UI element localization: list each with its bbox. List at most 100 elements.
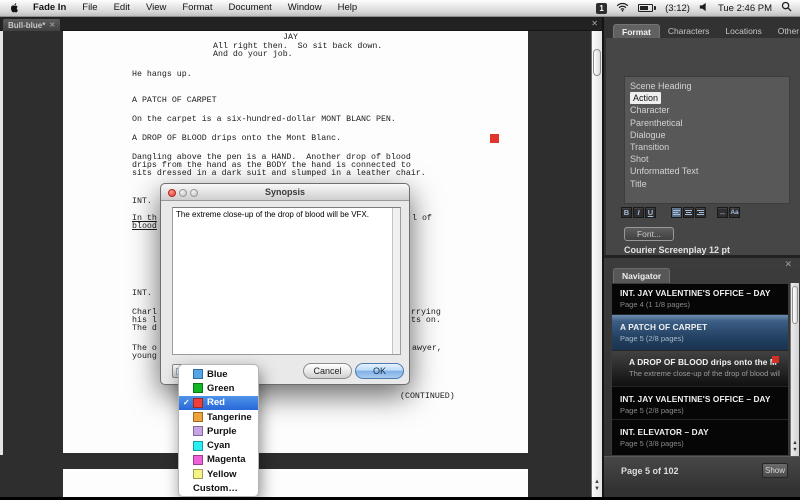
- spotlight-icon[interactable]: [781, 1, 792, 15]
- navigator-close-icon[interactable]: ✕: [784, 259, 792, 270]
- synopsis-marker-red[interactable]: [490, 134, 499, 143]
- color-menu-item-green[interactable]: Green: [179, 381, 258, 395]
- script-shot-line: A PATCH OF CARPET: [132, 96, 217, 105]
- navigator-tab[interactable]: Navigator: [613, 268, 671, 283]
- navigator-item-subtitle: The extreme close-up of the drop of bloo…: [629, 369, 780, 378]
- align-left-button[interactable]: [671, 207, 682, 218]
- page-status: Page 5 of 102: [621, 466, 679, 476]
- document-tab-title: Bull-blue*: [8, 20, 46, 30]
- script-text-fragment: blood: [132, 222, 157, 231]
- navigator-item-selected[interactable]: A PATCH OF CARPET Page 5 (2/8 pages): [612, 315, 788, 351]
- script-action-line: sits dressed in a dark suit and slumped …: [132, 169, 426, 178]
- format-panel: Scene Heading Action Character Parenthet…: [606, 38, 800, 255]
- color-menu-item-cyan[interactable]: Cyan: [179, 438, 258, 452]
- format-item-action[interactable]: Action: [630, 92, 789, 105]
- menu-edit[interactable]: Edit: [106, 0, 138, 16]
- format-item-selected: Action: [630, 92, 662, 105]
- script-action-line: He hangs up.: [132, 70, 192, 79]
- menu-file[interactable]: File: [74, 0, 105, 16]
- color-menu-label: Custom…: [193, 483, 238, 495]
- menu-clock[interactable]: Tue 2:46 PM: [718, 3, 772, 14]
- document-scrollbar[interactable]: ▲ ▼: [591, 31, 602, 497]
- navigator-item[interactable]: INT. JAY VALENTINE'S OFFICE – DAY Page 4…: [612, 284, 788, 315]
- document-scrollbar-thumb[interactable]: [593, 49, 601, 76]
- zoom-traffic-light[interactable]: [190, 188, 198, 197]
- desktop: Fade In File Edit View Format Document W…: [0, 0, 800, 500]
- format-item-dialogue[interactable]: Dialogue: [630, 129, 789, 141]
- script-text-fragment: young: [132, 352, 157, 361]
- align-center-button[interactable]: [683, 207, 694, 218]
- navigator-scrollbar[interactable]: ▲ ▼: [790, 283, 799, 456]
- input-source-icon[interactable]: 1: [596, 2, 608, 14]
- volume-icon[interactable]: [699, 2, 709, 15]
- cancel-button[interactable]: Cancel: [303, 363, 352, 379]
- menu-view[interactable]: View: [138, 0, 174, 16]
- strip-close-icon[interactable]: ✕: [591, 19, 598, 28]
- wifi-icon[interactable]: [616, 2, 629, 15]
- color-menu-label: Magenta: [207, 454, 246, 466]
- color-menu-label: Cyan: [207, 440, 231, 452]
- bold-button[interactable]: B: [621, 207, 632, 218]
- document-tab[interactable]: Bull-blue* ✕: [2, 18, 62, 31]
- color-menu-item-blue[interactable]: Blue: [179, 367, 258, 381]
- menu-document[interactable]: Document: [220, 0, 279, 16]
- align-center-icon: [685, 210, 692, 215]
- color-popup-menu: Blue Green ✓ Red Tangerine Purple Cyan Ma…: [178, 364, 259, 497]
- color-menu-item-yellow[interactable]: Yellow: [179, 467, 258, 481]
- italic-button[interactable]: I: [633, 207, 644, 218]
- menu-format[interactable]: Format: [174, 0, 220, 16]
- color-menu-item-custom[interactable]: Custom…: [179, 481, 258, 495]
- synopsis-dialog: Synopsis The extreme close-up of the dro…: [160, 183, 410, 385]
- align-right-button[interactable]: [695, 207, 706, 218]
- navigator-item[interactable]: INT. JAY VALENTINE'S OFFICE – DAY Page 5…: [612, 387, 788, 420]
- ok-button[interactable]: OK: [355, 363, 404, 379]
- color-menu-item-red[interactable]: ✓ Red: [179, 395, 258, 410]
- minimize-traffic-light[interactable]: [179, 188, 187, 197]
- case-button[interactable]: Aa: [729, 207, 740, 218]
- scrollbar-arrows[interactable]: ▲ ▼: [592, 479, 602, 493]
- navigator-item[interactable]: INT. ELEVATOR – DAY Page 5 (3/8 pages): [612, 420, 788, 453]
- dialog-title-bar[interactable]: Synopsis: [161, 184, 409, 201]
- format-item-character[interactable]: Character: [630, 104, 789, 116]
- synopsis-textarea[interactable]: The extreme close-up of the drop of bloo…: [172, 207, 401, 355]
- format-item-shot[interactable]: Shot: [630, 153, 789, 165]
- close-traffic-light[interactable]: [168, 188, 176, 197]
- textarea-scrollbar[interactable]: [392, 208, 400, 354]
- navigator-item-subtitle: Page 5 (2/8 pages): [620, 334, 684, 343]
- menu-help[interactable]: Help: [330, 0, 366, 16]
- navigator-red-marker: [772, 356, 779, 363]
- text-style-toolbar: B I U ↔ Aa: [606, 207, 800, 219]
- show-button[interactable]: Show: [762, 463, 788, 478]
- tab-close-icon[interactable]: ✕: [49, 22, 55, 29]
- font-caption: Courier Screenplay 12 pt: [624, 245, 731, 255]
- color-menu-item-purple[interactable]: Purple: [179, 424, 258, 438]
- color-menu-item-tangerine[interactable]: Tangerine: [179, 410, 258, 424]
- battery-time[interactable]: (3:12): [665, 3, 690, 14]
- format-item-parenthetical[interactable]: Parenthetical: [630, 117, 789, 129]
- color-menu-label: Tangerine: [207, 411, 252, 423]
- format-item-unformatted-text[interactable]: Unformatted Text: [630, 165, 789, 177]
- navigator-scrollbar-arrows[interactable]: ▲ ▼: [791, 440, 799, 453]
- navigator-item-title: INT. ELEVATOR – DAY: [620, 427, 709, 437]
- next-page-top[interactable]: [63, 469, 528, 497]
- navigator-item-title: INT. JAY VALENTINE'S OFFICE – DAY: [620, 394, 771, 404]
- apple-menu-icon[interactable]: [10, 2, 21, 14]
- color-menu-label: Yellow: [207, 468, 237, 480]
- navigator-item-synopsis[interactable]: A DROP OF BLOOD drips onto the Mon… The …: [612, 351, 788, 387]
- font-button[interactable]: Font...: [624, 227, 674, 241]
- format-item-transition[interactable]: Transition: [630, 141, 789, 153]
- format-item-scene-heading[interactable]: Scene Heading: [630, 80, 789, 92]
- navigator-status-bar: Page 5 of 102 Show: [604, 456, 800, 487]
- script-scene-fragment: INT.: [132, 289, 152, 298]
- color-menu-item-magenta[interactable]: Magenta: [179, 453, 258, 467]
- menu-window[interactable]: Window: [280, 0, 330, 16]
- align-right-icon: [697, 210, 704, 215]
- script-continued-label: (CONTINUED): [400, 392, 455, 401]
- battery-icon[interactable]: [638, 4, 657, 12]
- menu-app-name[interactable]: Fade In: [25, 0, 74, 16]
- format-item-title[interactable]: Title: [630, 178, 789, 190]
- underline-button[interactable]: U: [645, 207, 656, 218]
- color-menu-label: Green: [207, 382, 235, 394]
- spacing-button[interactable]: ↔: [717, 207, 728, 218]
- navigator-scrollbar-thumb[interactable]: [792, 286, 798, 324]
